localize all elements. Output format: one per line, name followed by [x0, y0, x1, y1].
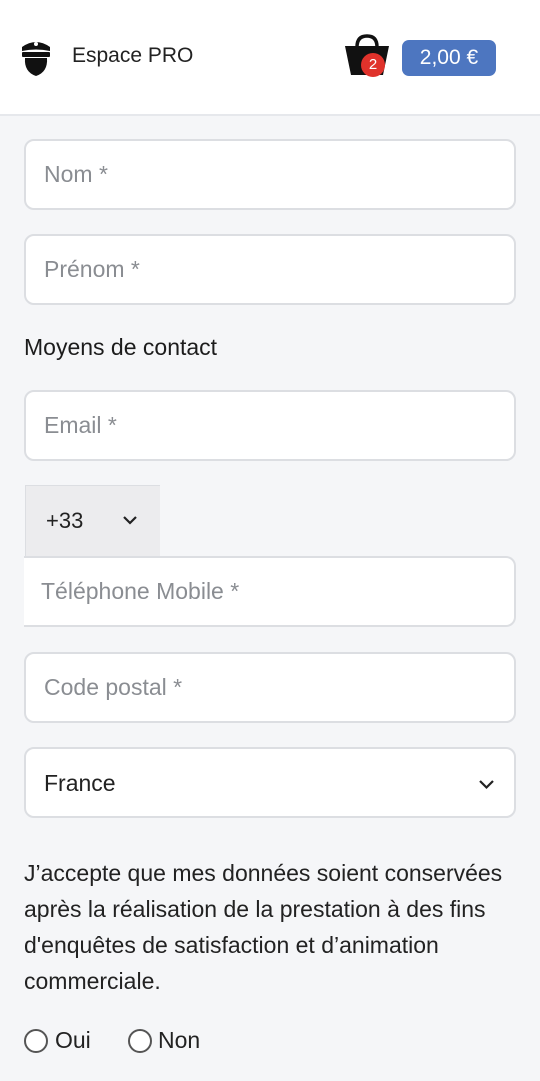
- chevron-down-icon: [123, 516, 137, 525]
- police-cap-icon[interactable]: [18, 38, 54, 78]
- prenom-field[interactable]: [24, 234, 516, 305]
- consent-no-label[interactable]: Non: [158, 1027, 200, 1054]
- consent-yes-label[interactable]: Oui: [55, 1027, 91, 1054]
- cart-total-button[interactable]: 2,00 €: [402, 40, 496, 76]
- country-value: France: [44, 770, 116, 796]
- prenom-input[interactable]: [44, 236, 496, 303]
- postal-code-field[interactable]: [24, 652, 516, 723]
- consent-no-radio[interactable]: [128, 1029, 152, 1053]
- nom-input[interactable]: [44, 141, 496, 208]
- postal-code-input[interactable]: [44, 654, 496, 721]
- espace-pro-link[interactable]: Espace PRO: [72, 44, 193, 68]
- phone-input[interactable]: [41, 558, 496, 625]
- consent-text: J’accepte que mes données soient conserv…: [24, 860, 503, 994]
- nom-field[interactable]: [24, 139, 516, 210]
- cart-count-badge: 2: [361, 53, 385, 77]
- country-code-value: +33: [46, 508, 84, 533]
- contact-section-title: Moyens de contact: [24, 334, 218, 360]
- email-field[interactable]: [24, 390, 516, 461]
- country-select[interactable]: France: [24, 747, 516, 818]
- country-code-select[interactable]: +33: [25, 485, 160, 556]
- phone-field[interactable]: [24, 556, 516, 627]
- consent-yes-radio[interactable]: [24, 1029, 48, 1053]
- chevron-down-icon: [479, 780, 494, 790]
- email-input[interactable]: [44, 392, 496, 459]
- header-bar: Espace PRO 2 2,00 €: [0, 0, 540, 116]
